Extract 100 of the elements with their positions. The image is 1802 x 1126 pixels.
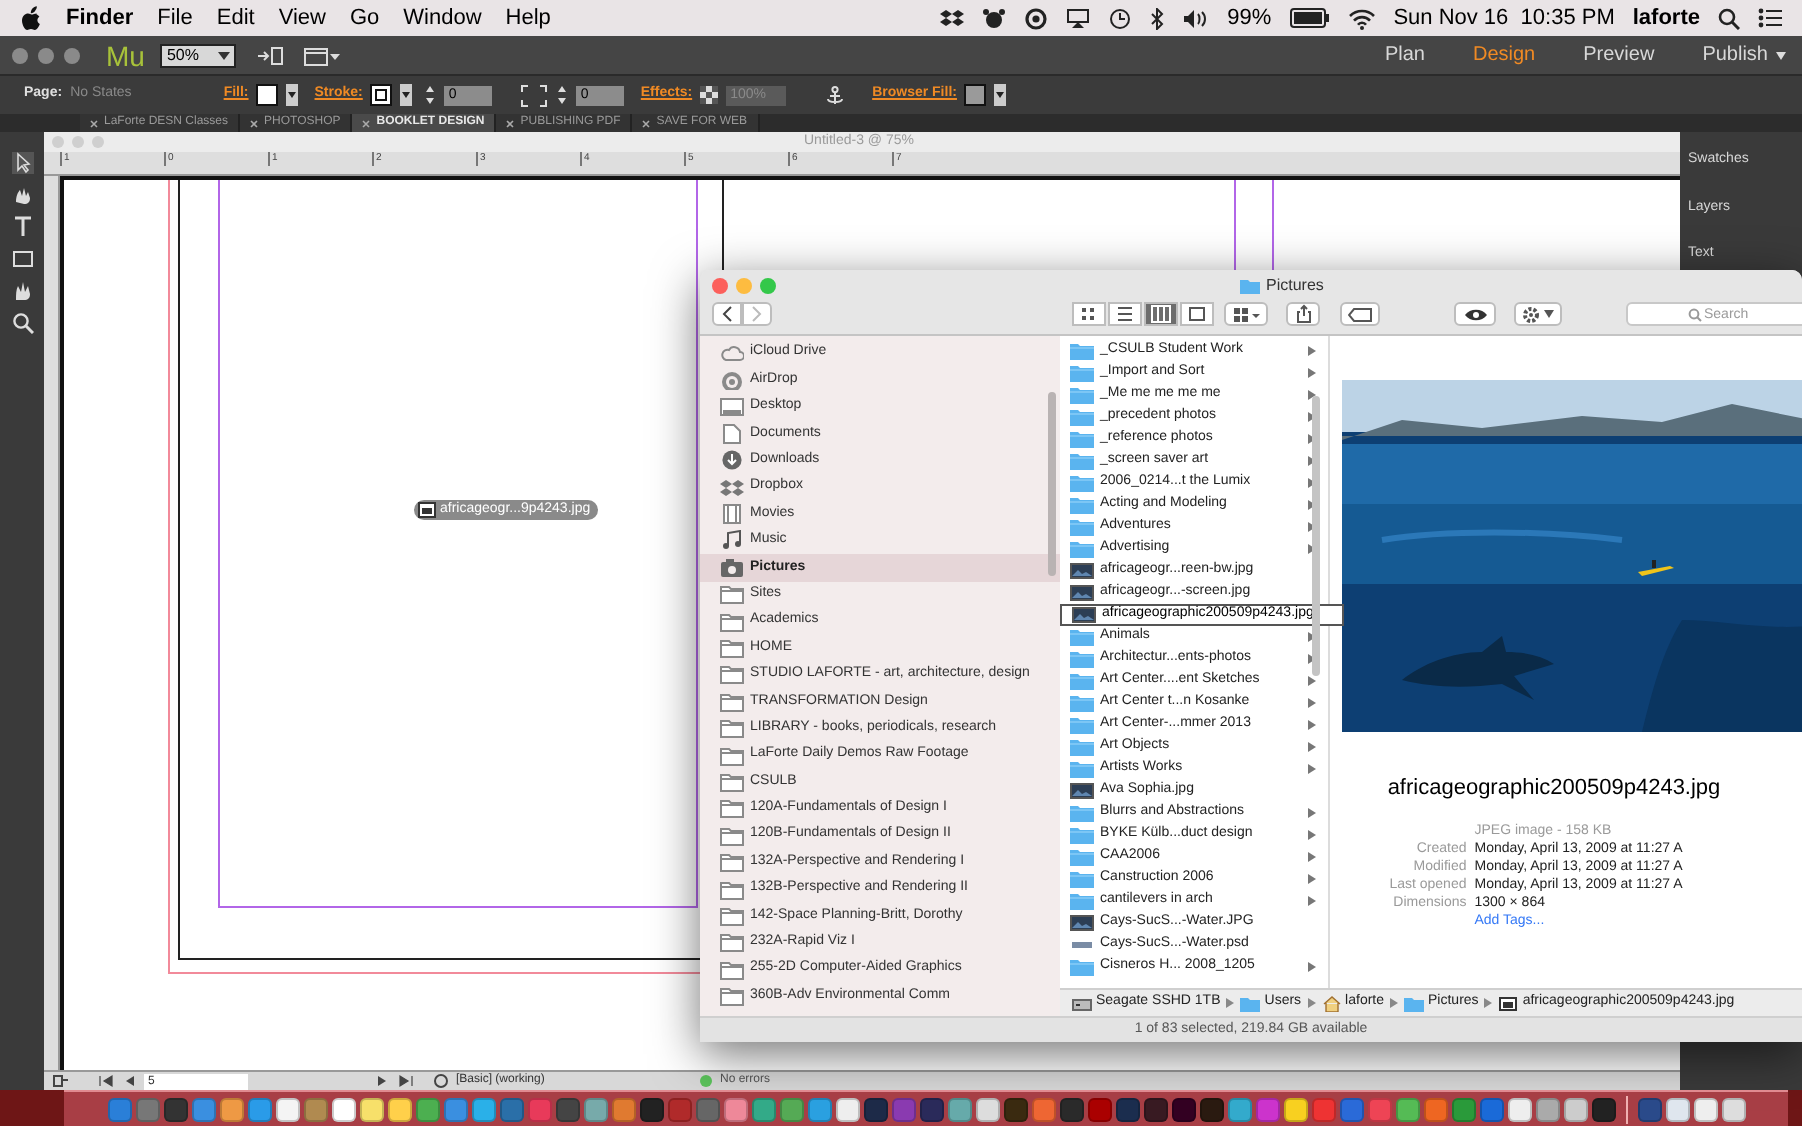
app-icon[interactable] bbox=[639, 1097, 663, 1121]
volume-icon[interactable] bbox=[1181, 7, 1210, 29]
user-name[interactable]: laforte bbox=[1632, 1, 1700, 35]
zoom-icon[interactable] bbox=[11, 312, 33, 334]
close-icon[interactable] bbox=[250, 119, 259, 127]
close-icon[interactable] bbox=[362, 119, 371, 127]
app-icon[interactable] bbox=[1003, 1097, 1027, 1121]
caret-icon[interactable] bbox=[994, 84, 1007, 106]
scrollbar-thumb[interactable] bbox=[1048, 392, 1056, 576]
action-button[interactable] bbox=[1514, 302, 1562, 326]
cover-flow-button[interactable] bbox=[1180, 302, 1214, 326]
apple-logo[interactable] bbox=[20, 6, 42, 30]
corner-icon[interactable] bbox=[520, 83, 549, 107]
app-icon[interactable] bbox=[1535, 1097, 1559, 1121]
insert-page-icon[interactable] bbox=[256, 45, 285, 65]
caret-icon[interactable] bbox=[286, 84, 299, 106]
app-icon[interactable] bbox=[387, 1097, 411, 1121]
ring-icon[interactable] bbox=[1023, 7, 1048, 29]
app-icon[interactable] bbox=[1171, 1097, 1195, 1121]
app-icon[interactable] bbox=[1591, 1097, 1615, 1121]
close-icon[interactable] bbox=[642, 119, 651, 127]
scrollbar-thumb[interactable] bbox=[1312, 396, 1320, 676]
menu-clock[interactable]: Sun Nov 16 10:35 PM bbox=[1393, 1, 1615, 35]
back-button[interactable] bbox=[712, 302, 742, 326]
search-icon[interactable] bbox=[1718, 7, 1740, 29]
hand-icon[interactable] bbox=[11, 184, 33, 206]
chevron-right-icon bbox=[752, 306, 762, 322]
menu-item[interactable]: View bbox=[278, 1, 326, 35]
app-icon[interactable] bbox=[919, 1097, 943, 1121]
menu-item[interactable]: Edit bbox=[216, 1, 255, 35]
app-icon[interactable] bbox=[1199, 1097, 1223, 1121]
arrange-button[interactable] bbox=[1224, 302, 1268, 326]
menu-item[interactable]: File bbox=[157, 1, 193, 35]
anchor-icon[interactable] bbox=[826, 85, 845, 105]
layout-icon[interactable] bbox=[304, 45, 341, 65]
wifi-icon[interactable] bbox=[1347, 7, 1376, 29]
app-icon[interactable] bbox=[1721, 1097, 1745, 1121]
previous-icon[interactable] bbox=[124, 1074, 136, 1088]
app-icon[interactable] bbox=[331, 1097, 355, 1121]
caret-icon[interactable] bbox=[400, 84, 413, 106]
share-button[interactable] bbox=[1286, 302, 1320, 326]
app-icon[interactable] bbox=[219, 1097, 243, 1121]
quick-look-button[interactable] bbox=[1454, 302, 1496, 326]
box-icon[interactable] bbox=[939, 7, 964, 29]
pointer-icon[interactable] bbox=[11, 152, 33, 174]
caret-icon[interactable] bbox=[1776, 51, 1786, 59]
app-icon[interactable] bbox=[1693, 1097, 1717, 1121]
app-icon[interactable] bbox=[1395, 1097, 1419, 1121]
app-icon[interactable] bbox=[1283, 1097, 1307, 1121]
clock-icon[interactable] bbox=[1107, 7, 1132, 29]
mode-tab[interactable]: Design bbox=[1472, 40, 1536, 70]
next-icon[interactable] bbox=[376, 1074, 388, 1088]
text-tool-icon[interactable] bbox=[11, 216, 33, 238]
app-icon[interactable] bbox=[1665, 1097, 1689, 1121]
menu-title[interactable]: Finder bbox=[66, 1, 134, 35]
folder-icon bbox=[1070, 430, 1094, 448]
app-icon[interactable] bbox=[471, 1097, 495, 1121]
checker-icon[interactable] bbox=[700, 86, 719, 104]
close-icon[interactable] bbox=[506, 119, 515, 127]
mode-tab[interactable]: Publish bbox=[1702, 40, 1768, 70]
first-page-icon[interactable] bbox=[98, 1074, 116, 1088]
menu-item[interactable]: Window bbox=[403, 1, 482, 35]
spinner-icon[interactable] bbox=[556, 84, 569, 106]
mode-tab[interactable]: Plan bbox=[1384, 40, 1425, 70]
fill-swatch[interactable] bbox=[256, 84, 279, 106]
app-icon[interactable] bbox=[359, 1097, 383, 1121]
battery-icon[interactable] bbox=[1289, 8, 1330, 28]
column-view-button[interactable] bbox=[1144, 302, 1178, 326]
app-icon[interactable] bbox=[1563, 1097, 1587, 1121]
app-icon[interactable] bbox=[975, 1097, 999, 1121]
zoom-dropdown[interactable]: 50% bbox=[160, 43, 237, 67]
icon-view-button[interactable] bbox=[1072, 302, 1106, 326]
app-icon[interactable] bbox=[835, 1097, 859, 1121]
list-icon[interactable] bbox=[1758, 8, 1782, 28]
stroke-swatch[interactable] bbox=[370, 84, 393, 106]
close-icon[interactable] bbox=[90, 119, 98, 127]
app-icon[interactable] bbox=[723, 1097, 747, 1121]
app-icon[interactable] bbox=[1115, 1097, 1139, 1121]
app-icon[interactable] bbox=[275, 1097, 299, 1121]
browser-fill-swatch[interactable] bbox=[964, 84, 987, 106]
app-icon[interactable] bbox=[1507, 1097, 1531, 1121]
spinner-icon[interactable] bbox=[424, 84, 437, 106]
master-icon[interactable] bbox=[434, 1074, 448, 1088]
app-icon[interactable] bbox=[863, 1097, 887, 1121]
menu-item[interactable]: Help bbox=[505, 1, 551, 35]
page-icon[interactable] bbox=[52, 1074, 70, 1088]
house-icon bbox=[1321, 995, 1342, 1011]
tag-button[interactable] bbox=[1340, 302, 1380, 326]
last-page-icon[interactable] bbox=[396, 1074, 414, 1088]
airplay-icon[interactable] bbox=[1065, 7, 1090, 29]
app-icon[interactable] bbox=[163, 1097, 187, 1121]
rectangle-icon[interactable] bbox=[11, 248, 33, 270]
hand-icon[interactable] bbox=[11, 280, 33, 302]
app-icon[interactable] bbox=[1059, 1097, 1083, 1121]
paw-icon[interactable] bbox=[981, 7, 1006, 29]
menu-item[interactable]: Go bbox=[349, 1, 380, 35]
bluetooth-icon[interactable] bbox=[1149, 7, 1164, 29]
list-view-button[interactable] bbox=[1108, 302, 1142, 326]
app-icon[interactable] bbox=[1143, 1097, 1167, 1121]
mode-tab[interactable]: Preview bbox=[1583, 40, 1655, 70]
